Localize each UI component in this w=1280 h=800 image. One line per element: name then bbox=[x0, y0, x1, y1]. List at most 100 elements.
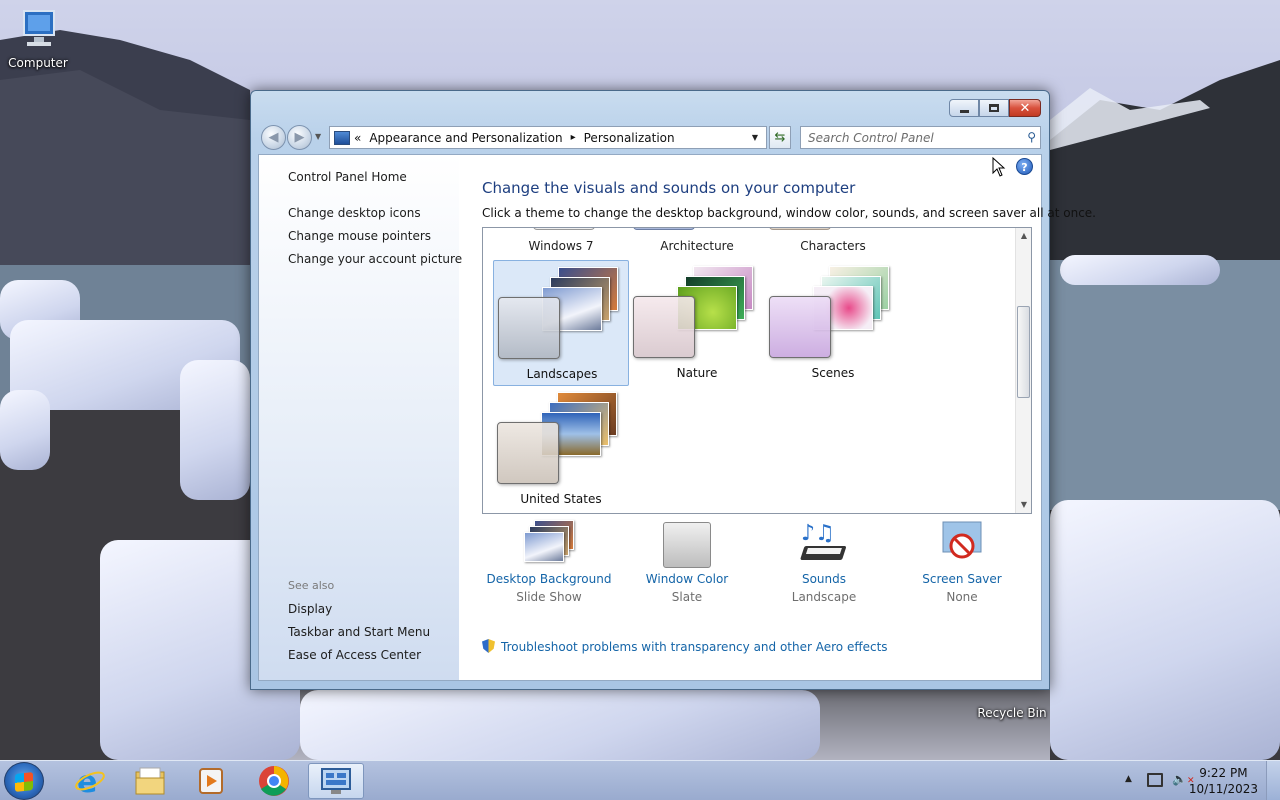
theme-item-united-states[interactable]: United States bbox=[493, 386, 629, 512]
taskbar-internet-explorer[interactable]: e bbox=[62, 763, 118, 799]
screen-saver-setting[interactable]: Screen Saver None bbox=[892, 520, 1032, 604]
change-account-picture-link[interactable]: Change your account picture bbox=[288, 252, 462, 266]
taskbar: e ▲ 🔈✕ 9:22 PM 10/11/2023 bbox=[0, 760, 1280, 800]
see-also-heading: See also bbox=[288, 579, 335, 592]
desktop-icon-recycle-bin[interactable]: Recycle Bin bbox=[974, 686, 1050, 720]
minimize-icon bbox=[959, 109, 969, 113]
setting-label[interactable]: Window Color bbox=[617, 572, 757, 586]
theme-item-scenes[interactable]: Scenes bbox=[765, 260, 901, 386]
breadcrumb-item[interactable]: Personalization bbox=[584, 131, 675, 145]
address-overflow-chevron[interactable]: « bbox=[354, 131, 361, 145]
control-panel-home-link[interactable]: Control Panel Home bbox=[288, 170, 407, 184]
theme-gallery-scrollbar[interactable]: ▲ ▼ bbox=[1015, 228, 1031, 513]
theme-item-characters[interactable]: Characters bbox=[765, 228, 901, 254]
file-explorer-icon bbox=[135, 767, 165, 795]
left-pane: Control Panel Home Change desktop icons … bbox=[259, 155, 462, 680]
tray-expand-button[interactable]: ▲ bbox=[1125, 774, 1132, 784]
control-panel-icon bbox=[334, 130, 350, 145]
recent-pages-dropdown[interactable]: ▼ bbox=[315, 132, 321, 141]
security-shield-icon bbox=[482, 639, 495, 653]
search-icon[interactable]: ⚲ bbox=[1027, 130, 1036, 144]
address-bar[interactable]: « Appearance and Personalization ▸ Perso… bbox=[329, 126, 767, 149]
address-dropdown-button[interactable]: ▼ bbox=[744, 127, 766, 148]
change-mouse-pointers-link[interactable]: Change mouse pointers bbox=[288, 229, 431, 243]
setting-label[interactable]: Screen Saver bbox=[892, 572, 1032, 586]
ice-floe bbox=[1060, 255, 1220, 285]
setting-value: Slide Show bbox=[516, 590, 582, 604]
network-icon[interactable] bbox=[1147, 773, 1163, 787]
troubleshoot-link-text[interactable]: Troubleshoot problems with transparency … bbox=[501, 640, 888, 654]
ice-floe bbox=[0, 390, 50, 470]
page-subtitle: Click a theme to change the desktop back… bbox=[482, 206, 1096, 220]
theme-label: Windows 7 bbox=[528, 239, 594, 253]
system-clock[interactable]: 9:22 PM 10/11/2023 bbox=[1189, 765, 1258, 797]
ice-floe bbox=[300, 690, 820, 760]
scroll-thumb[interactable] bbox=[1017, 306, 1030, 398]
control-panel-icon bbox=[321, 768, 351, 794]
theme-item-landscapes[interactable]: Landscapes bbox=[493, 260, 629, 386]
theme-color-swatch bbox=[498, 297, 560, 359]
scroll-down-button[interactable]: ▼ bbox=[1016, 497, 1031, 513]
taskbar-file-explorer[interactable] bbox=[122, 763, 178, 799]
close-icon: ✕ bbox=[1019, 100, 1031, 116]
media-player-icon bbox=[199, 768, 223, 794]
taskbar-chrome[interactable] bbox=[246, 763, 302, 799]
minimize-button[interactable] bbox=[949, 99, 979, 117]
theme-label: Characters bbox=[800, 239, 866, 253]
theme-label: Nature bbox=[676, 366, 718, 380]
back-button[interactable]: ◀ bbox=[261, 125, 286, 150]
theme-color-swatch bbox=[497, 422, 559, 484]
taskbar-media-player[interactable] bbox=[183, 763, 239, 799]
taskbar-start-menu-link[interactable]: Taskbar and Start Menu bbox=[288, 625, 430, 639]
window-color-setting[interactable]: Window Color Slate bbox=[617, 520, 757, 604]
theme-item-nature[interactable]: Nature bbox=[629, 260, 765, 386]
photo-stack-icon bbox=[524, 520, 574, 568]
setting-label[interactable]: Sounds bbox=[754, 572, 894, 586]
chrome-icon bbox=[259, 766, 289, 796]
theme-label: Architecture bbox=[660, 239, 734, 253]
forward-arrow-icon: ▶ bbox=[294, 130, 305, 145]
back-arrow-icon: ◀ bbox=[268, 130, 279, 145]
svg-text:♪♫: ♪♫ bbox=[801, 521, 835, 546]
ease-of-access-link[interactable]: Ease of Access Center bbox=[288, 648, 421, 662]
search-input[interactable]: Search Control Panel ⚲ bbox=[800, 126, 1041, 149]
screen-saver-none-icon bbox=[937, 520, 987, 568]
ice-floe bbox=[1050, 500, 1280, 760]
content-area: Control Panel Home Change desktop icons … bbox=[258, 154, 1096, 681]
breadcrumb-item[interactable]: Appearance and Personalization bbox=[369, 131, 562, 145]
clock-time: 9:22 PM bbox=[1199, 766, 1248, 780]
display-link[interactable]: Display bbox=[288, 602, 332, 616]
color-swatch-icon bbox=[662, 520, 712, 568]
theme-item-windows-7[interactable]: Windows 7 bbox=[493, 228, 629, 254]
maximize-icon bbox=[989, 104, 999, 112]
maximize-button[interactable] bbox=[979, 99, 1009, 117]
desktop-icon-computer[interactable]: Computer bbox=[0, 8, 76, 70]
show-desktop-button[interactable] bbox=[1266, 761, 1280, 800]
theme-gallery[interactable]: Windows 7 Architecture Characters Landsc… bbox=[482, 227, 1032, 514]
change-desktop-icons-link[interactable]: Change desktop icons bbox=[288, 206, 421, 220]
navigation-bar: ◀ ▶ ▼ « Appearance and Personalization ▸… bbox=[259, 124, 1041, 150]
sounds-setting[interactable]: ♪♫ Sounds Landscape bbox=[754, 520, 894, 604]
desktop-icon-label: Computer bbox=[8, 56, 68, 70]
scroll-up-button[interactable]: ▲ bbox=[1016, 228, 1031, 244]
computer-icon bbox=[14, 8, 62, 52]
start-button[interactable] bbox=[4, 762, 44, 800]
breadcrumb-separator[interactable]: ▸ bbox=[571, 132, 576, 143]
mouse-cursor-icon bbox=[992, 157, 1006, 177]
refresh-icon: ⇆ bbox=[774, 130, 786, 145]
taskbar-control-panel[interactable] bbox=[308, 763, 364, 799]
caption-buttons: ✕ bbox=[949, 99, 1041, 117]
forward-button[interactable]: ▶ bbox=[287, 125, 312, 150]
help-button[interactable]: ? bbox=[1016, 158, 1033, 175]
ice-floe bbox=[180, 360, 250, 500]
search-placeholder: Search Control Panel bbox=[808, 131, 934, 145]
clock-date: 10/11/2023 bbox=[1188, 782, 1258, 796]
refresh-button[interactable]: ⇆ bbox=[769, 126, 791, 149]
close-button[interactable]: ✕ bbox=[1009, 99, 1041, 117]
theme-label: Scenes bbox=[811, 366, 855, 380]
theme-item-architecture[interactable]: Architecture bbox=[629, 228, 765, 254]
desktop-icon-label: Recycle Bin bbox=[977, 706, 1047, 720]
desktop-background-setting[interactable]: Desktop Background Slide Show bbox=[479, 520, 619, 604]
troubleshoot-aero-link[interactable]: Troubleshoot problems with transparency … bbox=[482, 639, 888, 654]
setting-label[interactable]: Desktop Background bbox=[479, 572, 619, 586]
